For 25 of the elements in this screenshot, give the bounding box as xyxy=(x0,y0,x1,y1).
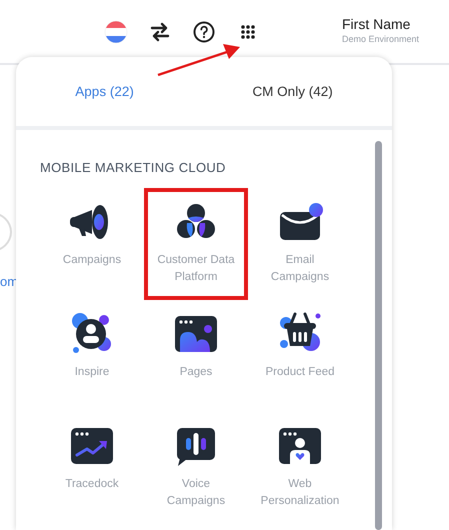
menu-tab[interactable]: CM Only (42) xyxy=(252,82,333,102)
app-label: Pages xyxy=(180,364,212,380)
app-label: Campaigns xyxy=(62,252,122,268)
app-tile[interactable]: Web Personalization xyxy=(248,412,352,524)
app-tile[interactable]: Campaigns xyxy=(40,188,144,300)
app-tile[interactable]: Tracedock xyxy=(40,412,144,524)
app-tile[interactable]: Email Campaigns xyxy=(248,188,352,300)
menu-tab[interactable]: Apps (22) xyxy=(75,82,134,102)
section-heading: MOBILE MARKETING CLOUD xyxy=(40,159,227,177)
app-label: Inspire xyxy=(74,364,110,380)
app-label: Web Personalization xyxy=(260,476,340,508)
user-name: First Name xyxy=(342,16,412,34)
app-label: Voice Campaigns xyxy=(166,476,226,508)
app-label: Email Campaigns xyxy=(270,252,330,284)
app-label: Customer Data Platform xyxy=(156,252,236,284)
app-tile[interactable]: Pages xyxy=(144,300,248,412)
app-tile[interactable]: Product Feed xyxy=(248,300,352,412)
app-tile[interactable]: Inspire xyxy=(40,300,144,412)
flag-icon[interactable] xyxy=(102,18,130,46)
app-tile[interactable]: Customer Data Platform xyxy=(144,188,248,300)
app-label: Product Feed xyxy=(265,364,335,380)
app-label: Tracedock xyxy=(65,476,119,492)
environment-label: Demo Environment xyxy=(342,33,420,46)
scrollbar[interactable] xyxy=(375,141,382,530)
app-tile[interactable]: Voice Campaigns xyxy=(144,412,248,524)
